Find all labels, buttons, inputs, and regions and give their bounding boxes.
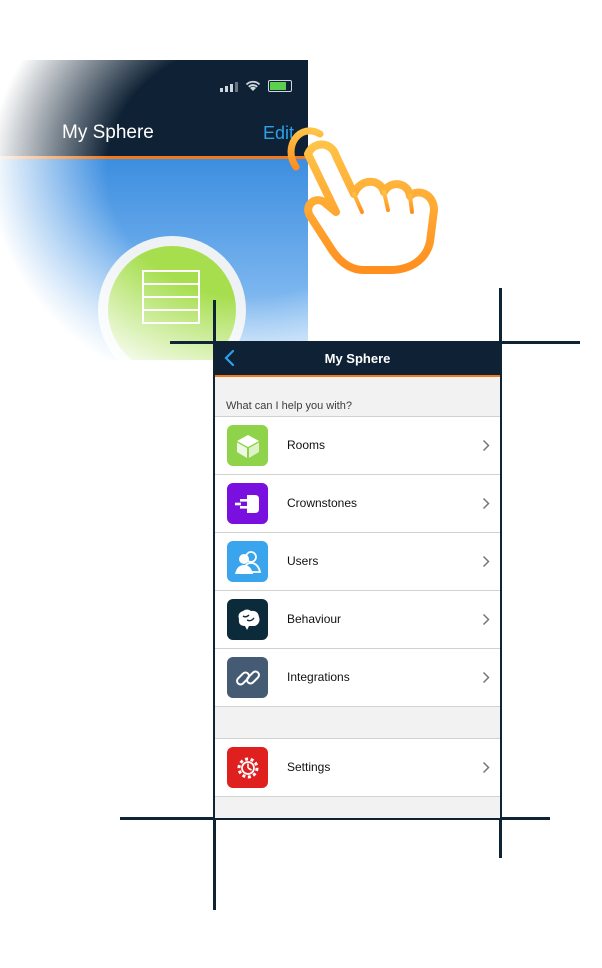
settings-list: Settings bbox=[215, 738, 500, 797]
link-icon bbox=[227, 657, 268, 698]
menu-item-label: Settings bbox=[287, 760, 331, 774]
menu-item-behaviour[interactable]: Behaviour bbox=[215, 591, 500, 649]
brain-icon bbox=[227, 599, 268, 640]
background-header bbox=[0, 60, 308, 156]
menu-item-crownstones[interactable]: Crownstones bbox=[215, 475, 500, 533]
gear-icon bbox=[227, 747, 268, 788]
rack-icon bbox=[142, 270, 200, 324]
cube-icon bbox=[227, 425, 268, 466]
page-title: My Sphere bbox=[324, 351, 391, 366]
background-title: My Sphere bbox=[62, 122, 154, 143]
wifi-icon bbox=[245, 80, 261, 91]
users-icon bbox=[227, 541, 268, 582]
chevron-right-icon bbox=[482, 761, 490, 774]
menu-item-integrations[interactable]: Integrations bbox=[215, 649, 500, 707]
chevron-right-icon bbox=[482, 671, 490, 684]
phone-screen: My Sphere What can I help you with? Room… bbox=[215, 342, 500, 818]
chevron-right-icon bbox=[482, 613, 490, 626]
menu-item-label: Integrations bbox=[287, 670, 350, 684]
signal-icon bbox=[220, 82, 238, 92]
menu-list: Rooms Crownstones Users Behaviour Integr… bbox=[215, 416, 500, 707]
menu-item-label: Behaviour bbox=[287, 612, 342, 626]
menu-item-label: Users bbox=[287, 554, 319, 568]
menu-item-label: Crownstones bbox=[287, 496, 358, 510]
tap-hand-icon bbox=[287, 127, 438, 274]
menu-item-label: Rooms bbox=[287, 438, 326, 452]
status-bar bbox=[220, 80, 292, 92]
menu-item-settings[interactable]: Settings bbox=[215, 739, 500, 797]
plug-icon bbox=[227, 483, 268, 524]
chevron-right-icon bbox=[482, 439, 490, 452]
menu-item-users[interactable]: Users bbox=[215, 533, 500, 591]
section-header: What can I help you with? bbox=[226, 400, 352, 412]
background-phone-screen: My Sphere Edit bbox=[0, 60, 308, 360]
nav-bar: My Sphere bbox=[215, 342, 500, 375]
battery-icon bbox=[268, 80, 292, 92]
nav-accent-line bbox=[215, 375, 500, 377]
chevron-right-icon bbox=[482, 555, 490, 568]
menu-item-rooms[interactable]: Rooms bbox=[215, 417, 500, 475]
chevron-right-icon bbox=[482, 497, 490, 510]
